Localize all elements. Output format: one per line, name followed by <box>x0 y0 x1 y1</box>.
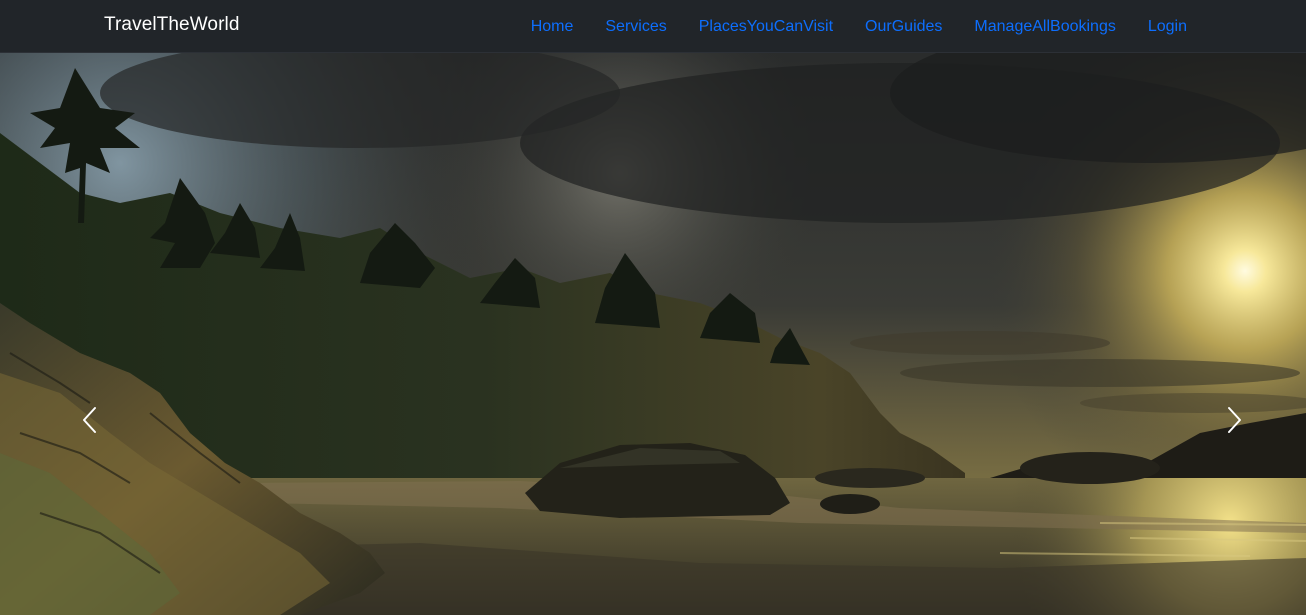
nav-link-bookings[interactable]: ManageAllBookings <box>974 18 1115 35</box>
nav-link-places[interactable]: PlacesYouCanVisit <box>699 18 833 35</box>
chevron-left-icon <box>83 407 96 433</box>
brand-link[interactable]: TravelTheWorld <box>104 14 240 36</box>
navbar: TravelTheWorld Home Services PlacesYouCa… <box>0 0 1306 53</box>
nav-item-login: Login <box>1148 18 1187 36</box>
chevron-right-icon <box>1228 407 1241 433</box>
nav-link-home[interactable]: Home <box>531 18 574 35</box>
nav-item-home: Home <box>531 18 574 36</box>
carousel-slide-image <box>0 53 1306 615</box>
nav-links: Home Services PlacesYouCanVisit OurGuide… <box>499 0 1187 53</box>
nav-item-guides: OurGuides <box>865 18 942 36</box>
nav-link-login[interactable]: Login <box>1148 18 1187 35</box>
nav-item-services: Services <box>605 18 666 36</box>
nav-item-places: PlacesYouCanVisit <box>699 18 833 36</box>
carousel-prev-button[interactable] <box>74 403 104 437</box>
nav-link-services[interactable]: Services <box>605 18 666 35</box>
nav-item-bookings: ManageAllBookings <box>974 18 1115 36</box>
carousel-next-button[interactable] <box>1220 403 1250 437</box>
nav-link-guides[interactable]: OurGuides <box>865 18 942 35</box>
hero-carousel <box>0 53 1306 615</box>
